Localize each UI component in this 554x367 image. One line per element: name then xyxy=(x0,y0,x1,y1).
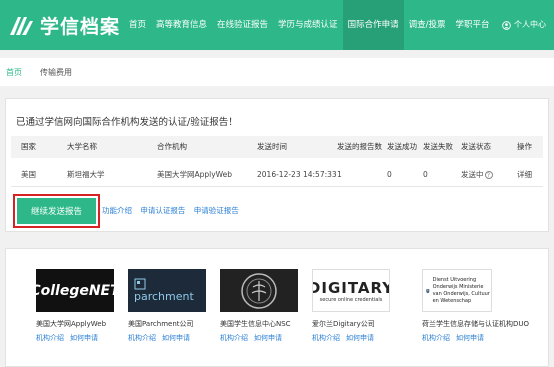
site-logo[interactable]: 学信档案 xyxy=(8,10,120,40)
collegenet-logo[interactable]: CollegeNET xyxy=(36,269,114,312)
row-status-label: 发送中 xyxy=(461,170,484,179)
table-row: 美国 斯坦福大学 美国大学网ApplyWeb 2016-12-23 14:57:… xyxy=(11,163,543,187)
partner-intro-link[interactable]: 机构介绍 xyxy=(422,334,450,342)
partner-links: 机构介绍 如何申请 xyxy=(312,333,402,343)
header-count: 发送的报告数 xyxy=(337,142,382,151)
row-university: 斯坦福大学 xyxy=(67,170,105,179)
row-time: 2016-12-23 14:57:33 xyxy=(257,170,337,179)
continue-send-report-button[interactable]: 继续发送报告 xyxy=(17,198,96,224)
row-success: 0 xyxy=(387,170,392,179)
continue-button-highlight: 继续发送报告 xyxy=(13,194,100,228)
partner-name: 美国大学网ApplyWeb xyxy=(36,320,107,328)
partner-intro-link[interactable]: 机构介绍 xyxy=(220,334,248,342)
partner-apply-link[interactable]: 如何申请 xyxy=(162,334,190,342)
partner-card: DIGITARY secure online credentials 爱尔兰Di… xyxy=(312,269,402,343)
action-links: 功能介绍 申请认证报告 申请验证报告 xyxy=(102,205,245,216)
partner-card: Dienst Uitvoering Onderwijs Ministerie v… xyxy=(422,269,546,343)
nsc-seal-icon xyxy=(241,272,277,309)
nav-international-cooperation[interactable]: 国际合作申请 xyxy=(342,0,404,50)
header-agency: 合作机构 xyxy=(157,142,187,151)
partner-card: 美国学生信息中心NSC 机构介绍 如何申请 xyxy=(220,269,310,343)
table-header: 国家 大学名称 合作机构 发送时间 发送的报告数 发送成功 发送失败 发送状态 … xyxy=(11,136,543,158)
partner-intro-link[interactable]: 机构介绍 xyxy=(36,334,64,342)
logo-icon xyxy=(10,17,33,35)
row-count: 1 xyxy=(337,170,342,179)
row-agency: 美国大学网ApplyWeb xyxy=(157,170,233,179)
nav-degree-certification[interactable]: 学历与成绩认证 xyxy=(273,0,343,50)
breadcrumb: 首页 传输费用 xyxy=(0,58,554,86)
digitary-logo[interactable]: DIGITARY secure online credentials xyxy=(312,269,390,312)
partner-links: 机构介绍 如何申请 xyxy=(36,333,126,343)
user-center-label: 个人中心 xyxy=(514,20,546,29)
nav-online-verification[interactable]: 在线验证报告 xyxy=(212,0,273,50)
partner-apply-link[interactable]: 如何申请 xyxy=(346,334,374,342)
row-country: 美国 xyxy=(21,170,36,179)
partner-links: 机构介绍 如何申请 xyxy=(220,333,310,343)
row-detail-link[interactable]: 详细 xyxy=(517,163,532,187)
nsc-logo[interactable] xyxy=(220,269,298,312)
partner-name: 美国Parchment公司 xyxy=(128,320,194,328)
help-icon[interactable]: ? xyxy=(484,171,493,179)
apply-verification-link[interactable]: 申请验证报告 xyxy=(194,206,239,215)
feature-intro-link[interactable]: 功能介绍 xyxy=(102,206,132,215)
partner-intro-link[interactable]: 机构介绍 xyxy=(312,334,340,342)
partner-name: 美国学生信息中心NSC xyxy=(220,320,291,328)
partner-links: 机构介绍 如何申请 xyxy=(422,333,546,343)
partner-card: parchment 美国Parchment公司 机构介绍 如何申请 xyxy=(128,269,218,343)
partner-apply-link[interactable]: 如何申请 xyxy=(456,334,484,342)
dutch-crest-icon xyxy=(426,288,430,293)
parchment-logo[interactable]: parchment xyxy=(128,269,206,312)
header-university: 大学名称 xyxy=(67,142,97,151)
nav-higher-education[interactable]: 高等教育信息 xyxy=(151,0,212,50)
partner-intro-link[interactable]: 机构介绍 xyxy=(128,334,156,342)
parchment-mark-icon xyxy=(134,278,146,290)
parchment-logo-text: parchment xyxy=(134,290,194,303)
nav-career-platform[interactable]: 学职平台 xyxy=(450,0,494,50)
header-success: 发送成功 xyxy=(387,142,417,151)
row-fail: 0 xyxy=(423,170,428,179)
duo-logo[interactable]: Dienst Uitvoering Onderwijs Ministerie v… xyxy=(422,269,492,312)
sent-reports-notice: 已通过学信网向国际合作机构发送的认证/验证报告！ xyxy=(16,117,238,128)
partner-card: CollegeNET 美国大学网ApplyWeb 机构介绍如何申请 xyxy=(36,269,126,343)
digitary-logo-text: DIGITARY xyxy=(312,278,390,297)
partner-links: 机构介绍 如何申请 xyxy=(128,333,218,343)
nav-survey-vote[interactable]: 调查/投票 xyxy=(404,0,451,50)
partner-name: 荷兰学生信息存储与认证机构DUO xyxy=(422,320,530,328)
header-action: 操作 xyxy=(517,142,532,151)
breadcrumb-current: 传输费用 xyxy=(40,67,72,77)
sent-reports-panel: 已通过学信网向国际合作机构发送的认证/验证报告！ 国家 大学名称 合作机构 发送… xyxy=(5,98,549,232)
partner-apply-link[interactable]: 如何申请 xyxy=(70,334,98,342)
partners-panel: CollegeNET 美国大学网ApplyWeb 机构介绍如何申请 parchm… xyxy=(5,248,549,367)
partner-apply-link[interactable]: 如何申请 xyxy=(254,334,282,342)
duo-logo-text: Dienst Uitvoering Onderwijs Ministerie v… xyxy=(432,276,490,304)
header-status: 发送状态 xyxy=(461,142,491,151)
header-country: 国家 xyxy=(21,142,36,151)
logo-text: 学信档案 xyxy=(40,15,121,38)
user-icon xyxy=(502,20,511,30)
breadcrumb-home[interactable]: 首页 xyxy=(6,67,22,78)
main-nav: 首页 高等教育信息 在线验证报告 学历与成绩认证 国际合作申请 调查/投票 学职… xyxy=(124,0,494,50)
digitary-logo-subtitle: secure online credentials xyxy=(319,296,383,303)
apply-certification-link[interactable]: 申请认证报告 xyxy=(140,206,185,215)
top-navbar: 学信档案 首页 高等教育信息 在线验证报告 学历与成绩认证 国际合作申请 调查/… xyxy=(0,0,554,50)
row-status: 发送中? xyxy=(461,163,493,187)
partner-name: 爱尔兰Digitary公司 xyxy=(312,320,375,328)
user-center[interactable]: 个人中心 xyxy=(502,0,546,50)
header-fail: 发送失败 xyxy=(423,142,453,151)
collegenet-logo-text: CollegeNET xyxy=(36,282,114,299)
header-time: 发送时间 xyxy=(257,142,287,151)
nav-home[interactable]: 首页 xyxy=(124,0,151,50)
